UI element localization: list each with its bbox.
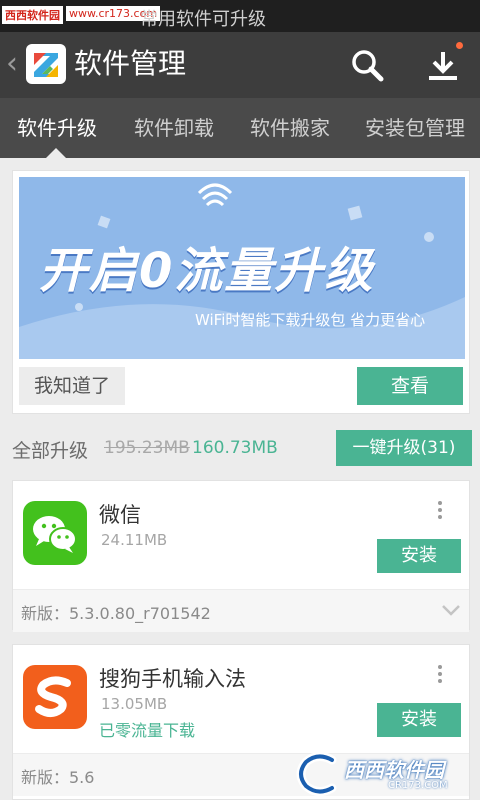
dismiss-button[interactable]: 我知道了 [19,367,125,405]
view-button[interactable]: 查看 [357,367,463,405]
app-size: 24.11MB [101,531,168,549]
app-logo[interactable] [26,44,66,84]
version-text: 新版：5.3.0.80_r701542 [21,604,211,623]
app-name: 微信 [99,503,141,527]
upgrade-all-button[interactable]: 一键升级(31) [336,430,472,466]
version-row[interactable]: 新版：5.3.0.80_r701542 [13,590,469,632]
more-options-icon[interactable] [433,663,447,687]
saved-size: 160.73MB [192,438,278,458]
chevron-down-icon[interactable] [441,602,461,616]
app-bar: ‹ 软件管理 [0,32,480,98]
tab-uninstall[interactable]: 软件卸载 [118,98,230,158]
upgrade-all-label: 全部升级 [12,440,89,462]
promo-card: 开启0流量升级 WiFi时智能下载升级包 省力更省心 我知道了 查看 [12,170,470,414]
page-title: 软件管理 [74,47,187,80]
promo-banner[interactable]: 开启0流量升级 WiFi时智能下载升级包 省力更省心 [19,177,465,359]
app-card[interactable]: 微信 24.11MB 安装 新版：5.3.0.80_r701542 [12,480,470,632]
tab-package-manager[interactable]: 安装包管理 [350,98,480,158]
watermark-logo: 西西软件园 CR173.COM [292,748,480,800]
status-bar: 西西软件园 www.cr173.com 常用软件可升级 [0,0,480,32]
watermark-site-label: 西西软件园 [2,6,63,24]
app-size: 13.05MB [101,695,168,713]
install-button[interactable]: 安装 [377,539,461,573]
sogou-icon [23,665,87,729]
watermark-url: CR173.COM [388,780,448,791]
wechat-icon [23,501,87,565]
install-button[interactable]: 安装 [377,703,461,737]
search-icon[interactable] [350,48,384,82]
banner-title: 开启0流量升级 [39,243,375,299]
banner-subtitle: WiFi时智能下载升级包 省力更省心 [195,311,426,329]
download-status: 已零流量下载 [99,721,196,740]
notification-dot [456,42,463,49]
original-size: 195.23MB [104,438,190,458]
tab-move[interactable]: 软件搬家 [234,98,346,158]
watermark-label: 西西软件园 [344,758,444,782]
back-icon[interactable]: ‹ [6,46,18,82]
tab-bar: 软件升级 软件卸载 软件搬家 安装包管理 [0,98,480,158]
tab-indicator [45,148,67,159]
download-icon[interactable] [425,46,465,84]
notification-text: 常用软件可升级 [140,9,266,30]
app-name: 搜狗手机输入法 [99,667,246,691]
version-text: 新版：5.6 [21,768,95,787]
more-options-icon[interactable] [433,499,447,523]
